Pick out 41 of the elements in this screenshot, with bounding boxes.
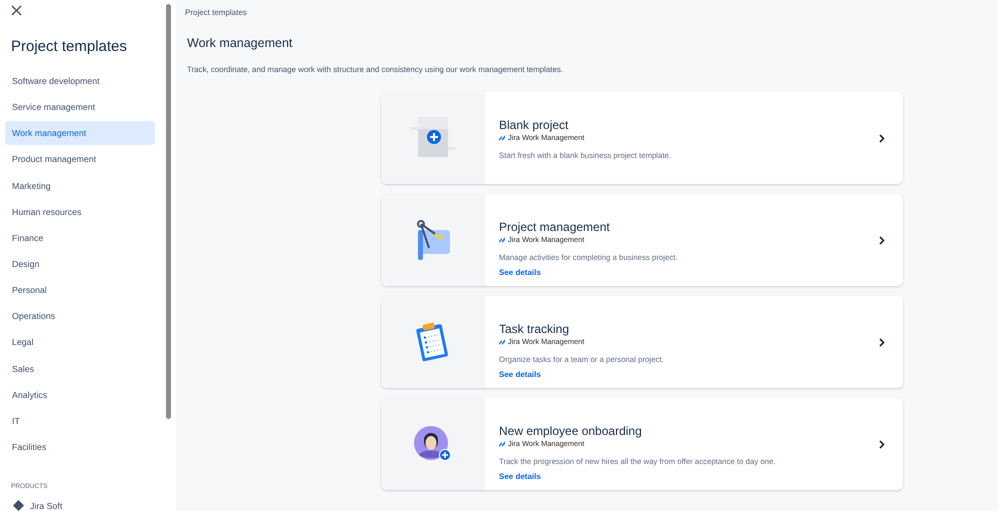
sidebar-item[interactable]: Marketing [5,174,155,198]
sidebar-item[interactable]: Product management [5,147,155,172]
chevron-right-icon [879,440,885,448]
sidebar-item[interactable]: Operations [5,304,155,328]
blueprint-icon [415,220,451,260]
jira-logo-icon [499,440,506,447]
sidebar-item[interactable]: Legal [5,330,155,354]
scrollbar-thumb[interactable] [166,4,171,419]
diamond-icon [13,500,24,511]
jira-logo-icon [499,236,506,243]
sidebar-item[interactable]: Jira Soft [13,500,166,511]
template-title: Task tracking [499,322,570,336]
sidebar-item[interactable]: IT [5,408,155,433]
breadcrumb-link[interactable]: Project templates [185,8,998,17]
see-details-link[interactable]: See details [499,268,541,277]
sidebar-item[interactable]: Analytics [5,382,155,407]
see-details-link[interactable]: See details [499,370,541,379]
see-details-link[interactable]: See details [499,472,541,481]
sidebar-item[interactable]: Finance [5,226,155,250]
sidebar-item[interactable]: Personal [5,278,155,302]
template-title: Project management [499,220,611,234]
jira-logo-icon [499,338,506,345]
clipboard-icon [415,322,451,362]
template-title: New employee onboarding [499,424,643,438]
close-button[interactable] [11,5,22,16]
jira-logo-icon [499,134,506,141]
sidebar-item[interactable]: Work management [5,121,155,146]
sidebar-item[interactable]: Service management [5,95,155,120]
chevron-right-icon [879,236,885,244]
chevron-right-icon [879,134,885,142]
sidebar-item[interactable]: Human resources [5,200,155,224]
sidebar-item[interactable]: Design [5,252,155,276]
document-plus-icon [410,117,456,159]
sidebar-item[interactable]: Facilities [5,434,155,459]
page-heading: Work management [187,36,294,50]
person-add-icon [414,426,452,462]
sidebar-item[interactable]: Sales [5,356,155,381]
sidebar-title: Project templates [11,38,128,55]
template-title: Blank project [499,118,570,132]
chevron-right-icon [879,338,885,346]
sidebar-item[interactable]: Software development [5,69,155,93]
